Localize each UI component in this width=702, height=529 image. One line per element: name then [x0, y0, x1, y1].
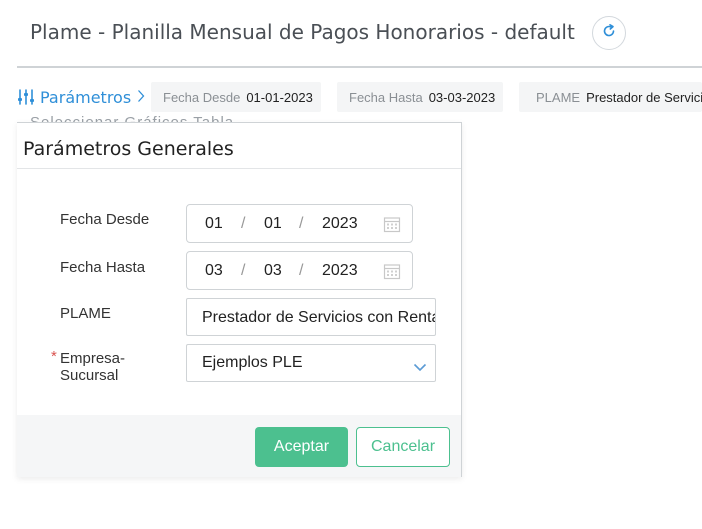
month-segment[interactable]: 03 [264, 262, 282, 280]
empresa-label-line1: Empresa- [60, 350, 126, 367]
refresh-button[interactable] [592, 16, 626, 50]
chip-label: Fecha Desde [163, 89, 241, 105]
day-segment[interactable]: 01 [205, 215, 223, 233]
date-separator: / [241, 215, 246, 232]
select-value: Ejemplos PLE [202, 354, 303, 371]
chevron-right-icon [137, 88, 145, 107]
calendar-icon[interactable] [383, 262, 401, 285]
chip-value: 01-01-2023 [246, 89, 313, 105]
fecha-hasta-label: Fecha Hasta [60, 259, 146, 276]
fecha-desde-input[interactable]: 01 / 01 / 2023 [186, 204, 413, 243]
parameters-toggle[interactable]: Parámetros [17, 86, 145, 108]
filter-chip-plame[interactable]: PLAME Prestador de Servicios con Rentas … [519, 82, 702, 112]
day-segment[interactable]: 03 [205, 262, 223, 280]
sliders-icon [17, 88, 35, 106]
plame-label: PLAME [60, 305, 111, 322]
date-separator: / [299, 262, 304, 279]
empresa-label-line2: Sucursal [60, 367, 119, 384]
filter-chip-fecha-hasta[interactable]: Fecha Hasta 03-03-2023 [337, 82, 503, 112]
page-title: Plame - Planilla Mensual de Pagos Honora… [30, 20, 575, 44]
year-segment[interactable]: 2023 [322, 215, 358, 233]
cancel-button[interactable]: Cancelar [356, 427, 450, 467]
popup-footer: Aceptar Cancelar [17, 415, 461, 477]
parameters-popup: Parámetros Generales Fecha Desde 01 / 01… [17, 122, 462, 477]
accept-button[interactable]: Aceptar [255, 427, 348, 467]
date-separator: / [299, 215, 304, 232]
fecha-hasta-input[interactable]: 03 / 03 / 2023 [186, 251, 413, 290]
fecha-desde-label: Fecha Desde [60, 211, 150, 228]
chip-value: Prestador de Servicios con Rentas de Cua… [586, 89, 702, 105]
popup-title: Parámetros Generales [23, 138, 234, 160]
empresa-sucursal-label: Empresa- Sucursal [60, 350, 125, 384]
empresa-sucursal-select[interactable]: Ejemplos PLE [186, 344, 436, 382]
title-divider [17, 66, 702, 68]
chip-value: 03-03-2023 [428, 89, 496, 105]
popup-divider [17, 168, 461, 169]
month-segment[interactable]: 01 [264, 215, 282, 233]
calendar-icon[interactable] [383, 215, 401, 238]
plame-input[interactable]: Prestador de Servicios con Rentas de Cua… [186, 298, 436, 336]
required-marker: * [51, 348, 57, 365]
chevron-down-icon[interactable] [413, 359, 427, 377]
chip-label: PLAME [536, 89, 581, 105]
parameters-label: Parámetros [40, 87, 132, 107]
refresh-icon [601, 23, 617, 44]
date-separator: / [241, 262, 246, 279]
filter-chip-fecha-desde[interactable]: Fecha Desde 01-01-2023 [151, 82, 321, 112]
chip-label: Fecha Hasta [349, 89, 423, 105]
year-segment[interactable]: 2023 [322, 262, 358, 280]
